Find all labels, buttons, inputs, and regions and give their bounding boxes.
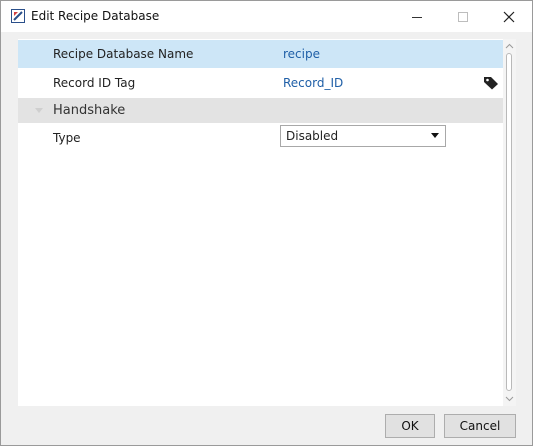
property-label: Type xyxy=(53,131,81,145)
scrollbar-thumb[interactable] xyxy=(506,53,512,391)
maximize-icon xyxy=(458,11,468,22)
close-icon xyxy=(503,11,515,22)
group-header-handshake[interactable]: Handshake xyxy=(18,98,503,123)
tag-icon[interactable] xyxy=(483,76,499,90)
scroll-down-arrow-icon[interactable] xyxy=(503,394,516,404)
ok-button[interactable]: OK xyxy=(385,414,435,438)
edit-recipe-database-dialog: Edit Recipe Database Recipe Database Nam… xyxy=(0,0,533,446)
window-title: Edit Recipe Database xyxy=(31,9,160,23)
property-label: Record ID Tag xyxy=(53,76,136,90)
group-label: Handshake xyxy=(53,103,126,118)
property-value[interactable]: Record_ID xyxy=(283,76,343,90)
maximize-button[interactable] xyxy=(440,1,486,32)
property-grid: Recipe Database Name recipe Record ID Ta… xyxy=(18,39,516,406)
dropdown-selected-value: Disabled xyxy=(286,129,339,143)
collapse-caret-icon[interactable] xyxy=(35,106,43,114)
property-row-record-id-tag[interactable]: Record ID Tag Record_ID xyxy=(18,69,503,97)
minimize-icon xyxy=(412,16,422,18)
property-value[interactable]: recipe xyxy=(283,47,320,61)
dropdown-arrow-icon xyxy=(431,133,439,138)
minimize-button[interactable] xyxy=(394,1,440,32)
recipe-db-app-icon xyxy=(11,9,25,23)
type-dropdown[interactable]: Disabled xyxy=(280,125,446,147)
title-bar[interactable]: Edit Recipe Database xyxy=(1,1,532,32)
close-button[interactable] xyxy=(486,1,532,32)
scroll-up-arrow-icon[interactable] xyxy=(503,41,516,51)
cancel-button[interactable]: Cancel xyxy=(444,414,516,438)
property-row-database-name[interactable]: Recipe Database Name recipe xyxy=(18,40,503,68)
property-row-type: Type Disabled xyxy=(18,124,503,152)
vertical-scrollbar[interactable] xyxy=(503,39,516,406)
property-label: Recipe Database Name xyxy=(53,47,194,61)
